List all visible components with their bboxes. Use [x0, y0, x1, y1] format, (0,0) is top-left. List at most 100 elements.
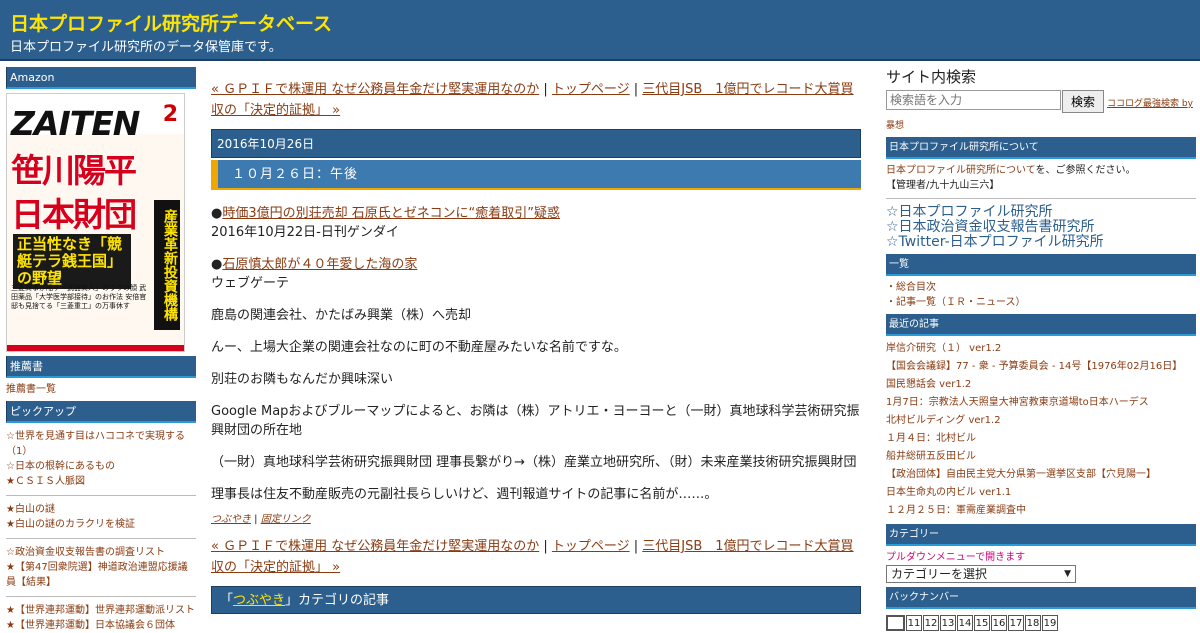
backnumber-cell[interactable]: 13 — [940, 615, 956, 631]
news-item-2: ●石原慎太郎が４０年愛した海の家 — [211, 255, 861, 274]
pickup-link[interactable]: ☆日本の根幹にあるもの — [6, 459, 196, 474]
magazine-bottom-band — [7, 345, 184, 351]
recent-post-link[interactable]: １月４日：北村ビル — [886, 430, 1196, 448]
post-date: 2016年10月26日 — [211, 129, 861, 158]
post-category-link[interactable]: つぶやき — [211, 514, 251, 525]
backnumber-cell[interactable]: 12 — [923, 615, 939, 631]
pickup-link[interactable]: ☆政治資金収支報告書の調査リスト — [6, 545, 196, 560]
about-text: 日本プロファイル研究所についてを、ご参照ください。 【管理者/九十九山三六】 — [886, 163, 1196, 193]
divider — [6, 596, 196, 597]
right-sidebar: サイト内検索 検索 ココログ最強検索 by 暴想 日本プロファイル研究所について… — [886, 68, 1196, 631]
search-credit-link[interactable]: ココログ最強検索 by — [1107, 96, 1193, 109]
left-sidebar: Amazon ZAITEN 2 笹川陽平 日本財団 正当性なき「競艇テラ銭王国」… — [6, 67, 196, 633]
divider — [6, 495, 196, 496]
paragraph: 鹿島の関連会社、かたばみ興業（株）へ売却 — [211, 308, 472, 323]
divider — [886, 198, 1196, 199]
bracket-open: 「 — [220, 593, 234, 608]
top-page-link[interactable]: トップページ — [552, 539, 630, 554]
backnumber-cell[interactable]: 18 — [1025, 615, 1041, 631]
top-page-link[interactable]: トップページ — [552, 82, 630, 97]
search-form: 検索 ココログ最強検索 by — [886, 90, 1196, 114]
category-heading: カテゴリー — [886, 524, 1196, 546]
article-list-link[interactable]: ・記事一覧（ＩＲ・ニュース） — [886, 295, 1196, 310]
paragraph: Google Mapおよびブルーマップによると、お隣は（株）アトリエ・ヨーヨーと… — [211, 404, 860, 438]
post-navigation-bottom: « ＧＰＩＦで株運用 なぜ公務員年金だけ堅実運用なのか | トップページ | 三… — [211, 536, 861, 578]
pickup-link[interactable]: ★白山の謎のカラクリを検証 — [6, 517, 196, 532]
pickup-link[interactable]: ☆世界を見通す目はハココネで実現する（1） — [6, 429, 196, 459]
magazine-issue: 2 — [162, 102, 178, 127]
backnumber-cell[interactable]: 14 — [957, 615, 973, 631]
magazine-logo: ZAITEN — [11, 104, 140, 143]
recent-post-link[interactable]: 船井総研五反田ビル — [886, 448, 1196, 466]
backnumber-cell[interactable] — [886, 615, 905, 631]
recommend-heading: 推薦書 — [6, 356, 196, 378]
news-link-1[interactable]: 時価3億円の別荘売却 石原氏とゼネコンに“癒着取引”疑惑 — [222, 206, 560, 221]
about-link[interactable]: 日本プロファイル研究所について — [886, 165, 1036, 176]
nav-separator: | — [629, 539, 643, 554]
paragraph: んー、上場大企業の関連会社なのに町の不動産屋みたいな名前ですな。 — [211, 340, 627, 355]
pickup-group-4: ★【世界連邦運動】世界連邦運動派リスト ★【世界連邦運動】日本協議会６団体 — [6, 603, 196, 633]
amazon-heading: Amazon — [6, 67, 196, 89]
category-select-value: カテゴリーを選択 — [891, 567, 988, 581]
recent-post-link[interactable]: 【政治団体】自由民主党大分県第一選挙区支部【穴見陽一】 — [886, 466, 1196, 484]
search-input[interactable] — [886, 90, 1061, 110]
featured-link[interactable]: ☆日本政治資金収支報告書研究所 — [886, 220, 1196, 235]
magazine-subheadline: 正当性なき「競艇テラ銭王国」の野望 — [13, 234, 131, 289]
pickup-link[interactable]: ★【世界連邦運動】世界連邦運動派リスト — [6, 603, 196, 618]
post-title: １０月２６日：午後 — [211, 160, 861, 190]
backnumber-cell[interactable]: 16 — [991, 615, 1007, 631]
divider — [6, 538, 196, 539]
magazine-headline-2: 日本財団 — [11, 195, 137, 234]
recent-post-link[interactable]: 岸信介研究（１） ver1.2 — [886, 340, 1196, 358]
search-button[interactable]: 検索 — [1062, 90, 1104, 113]
pickup-link[interactable]: ★【世界連邦運動】日本協議会６団体 — [6, 618, 196, 633]
site-header: 日本プロファイル研究所データベース 日本プロファイル研究所のデータ保管庫です。 — [0, 0, 1200, 61]
pickup-link[interactable]: ★ＣＳＩＳ人脈図 — [6, 474, 196, 489]
news-link-2[interactable]: 石原慎太郎が４０年愛した海の家 — [222, 257, 417, 272]
recent-post-link[interactable]: 国民懇話会 ver1.2 — [886, 376, 1196, 394]
news-source-2: ウェブゲーテ — [211, 276, 290, 291]
site-title[interactable]: 日本プロファイル研究所データベース — [10, 9, 332, 36]
pickup-group-3: ☆政治資金収支報告書の調査リスト ★【第47回衆院選】神道政治連盟応援議員【結果… — [6, 545, 196, 590]
permalink[interactable]: 固定リンク — [261, 514, 311, 525]
magazine-side-text: 産業革新投資機構 — [154, 200, 180, 330]
featured-links: ☆日本プロファイル研究所 ☆日本政治資金収支報告書研究所 ☆Twitter-日本… — [886, 205, 1196, 250]
search-heading: サイト内検索 — [886, 68, 977, 86]
category-heading-text: 」カテゴリの記事 — [285, 593, 390, 608]
featured-link[interactable]: ☆日本プロファイル研究所 — [886, 205, 1196, 220]
magazine-cover-image[interactable]: ZAITEN 2 笹川陽平 日本財団 正当性なき「競艇テラ銭王国」の野望 産業革… — [6, 93, 185, 352]
backnumber-cell[interactable]: 15 — [974, 615, 990, 631]
backnumber-cell[interactable]: 11 — [906, 615, 922, 631]
paragraph: 理事長は住友不動産販売の元副社長らしいけど、週刊報道サイトの記事に名前が……。 — [211, 487, 718, 502]
category-select[interactable]: カテゴリーを選択 ▼ — [886, 565, 1076, 583]
main-content: « ＧＰＩＦで株運用 なぜ公務員年金だけ堅実運用なのか | トップページ | 三… — [211, 79, 861, 614]
backnumber-cell[interactable]: 19 — [1042, 615, 1058, 631]
pickup-link[interactable]: ★【第47回衆院選】神道政治連盟応援議員【結果】 — [6, 560, 196, 590]
recent-post-link[interactable]: 【国会会議録】77 - 衆 - 予算委員会 - 14号【1976年02月16日】 — [886, 358, 1196, 376]
category-link[interactable]: つぶやき — [233, 593, 285, 608]
pickup-group-2: ★白山の謎 ★白山の謎のカラクリを検証 — [6, 502, 196, 532]
recent-post-link[interactable]: 1月7日：宗教法人天照皇大神宮教東京道場to日本ハーデス — [886, 394, 1196, 412]
recent-post-link[interactable]: １２月２５日：軍需産業調査中 — [886, 502, 1196, 520]
post-footer: つぶやき | 固定リンク — [211, 510, 861, 525]
site-description: 日本プロファイル研究所のデータ保管庫です。 — [10, 40, 282, 55]
featured-link[interactable]: ☆Twitter-日本プロファイル研究所 — [886, 235, 1196, 250]
prev-post-link[interactable]: « ＧＰＩＦで株運用 なぜ公務員年金だけ堅実運用なのか — [211, 82, 539, 97]
recent-post-link[interactable]: 日本生命丸の内ビル ver1.1 — [886, 484, 1196, 502]
pickup-heading: ピックアップ — [6, 401, 196, 423]
nav-separator: | — [539, 82, 552, 97]
prev-post-link[interactable]: « ＧＰＩＦで株運用 なぜ公務員年金だけ堅実運用なのか — [211, 539, 539, 554]
admin-name: 【管理者/九十九山三六】 — [886, 180, 1000, 191]
recent-post-link[interactable]: 北村ビルディング ver1.2 — [886, 412, 1196, 430]
list-items: ・総合目次 ・記事一覧（ＩＲ・ニュース） — [886, 280, 1196, 310]
pickup-link[interactable]: ★白山の謎 — [6, 502, 196, 517]
backnumber-cell[interactable]: 17 — [1008, 615, 1024, 631]
toc-link[interactable]: ・総合目次 — [886, 280, 1196, 295]
recommend-list-link[interactable]: 推薦書一覧 — [6, 384, 56, 395]
footer-separator: | — [251, 514, 261, 525]
magazine-headline-1: 笹川陽平 — [11, 151, 137, 190]
category-articles-heading: 「つぶやき」カテゴリの記事 — [211, 586, 861, 614]
recent-posts-heading: 最近の記事 — [886, 314, 1196, 336]
search-credit-author[interactable]: 暴想 — [886, 118, 1196, 131]
recent-posts-list: 岸信介研究（１） ver1.2 【国会会議録】77 - 衆 - 予算委員会 - … — [886, 340, 1196, 520]
